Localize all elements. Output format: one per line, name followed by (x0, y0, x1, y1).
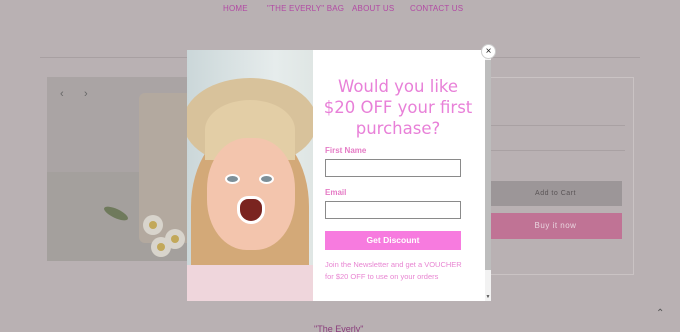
popup-image (187, 50, 313, 301)
newsletter-popup: Would you like $20 OFF your first purcha… (187, 50, 491, 301)
chevron-up-icon[interactable]: ⌃ (656, 308, 664, 319)
first-name-field[interactable] (325, 159, 461, 177)
first-name-label: First Name (325, 146, 367, 155)
popup-scrollbar-thumb[interactable] (485, 60, 491, 270)
photo-eye (259, 174, 274, 184)
product-info-box (483, 77, 634, 275)
get-discount-button[interactable]: Get Discount (325, 231, 461, 250)
email-label: Email (325, 188, 347, 197)
footer-product-title[interactable]: "The Everly" (314, 324, 363, 332)
newsletter-note: Join the Newsletter and get a VOUCHER fo… (325, 260, 462, 281)
photo-face (207, 138, 295, 250)
photo-shirt (187, 265, 313, 301)
gallery-next-icon[interactable]: › (84, 88, 88, 100)
popup-headline: Would you like $20 OFF your first purcha… (323, 77, 473, 138)
nav-everly-bag[interactable]: "THE EVERLY" BAG (267, 4, 344, 13)
flower-decoration (151, 237, 171, 257)
email-field[interactable] (325, 201, 461, 219)
product-divider (489, 125, 625, 126)
nav-about-us[interactable]: ABOUT US (352, 4, 394, 13)
photo-mouth (237, 196, 265, 224)
product-gallery (47, 77, 197, 261)
top-navigation: HOME "THE EVERLY" BAG ABOUT US CONTACT U… (0, 0, 680, 18)
product-divider (489, 150, 625, 151)
nav-contact-us[interactable]: CONTACT US (410, 4, 463, 13)
nav-home[interactable]: HOME (223, 4, 248, 13)
gallery-prev-icon[interactable]: ‹ (60, 88, 64, 100)
close-icon[interactable]: × (481, 44, 496, 59)
add-to-cart-button[interactable]: Add to Cart (489, 181, 622, 206)
flower-decoration (143, 215, 163, 235)
scroll-down-arrow-icon[interactable]: ▼ (485, 293, 491, 301)
buy-now-button[interactable]: Buy it now (489, 213, 622, 239)
photo-eye (225, 174, 240, 184)
signup-form: Would you like $20 OFF your first purcha… (313, 50, 485, 301)
